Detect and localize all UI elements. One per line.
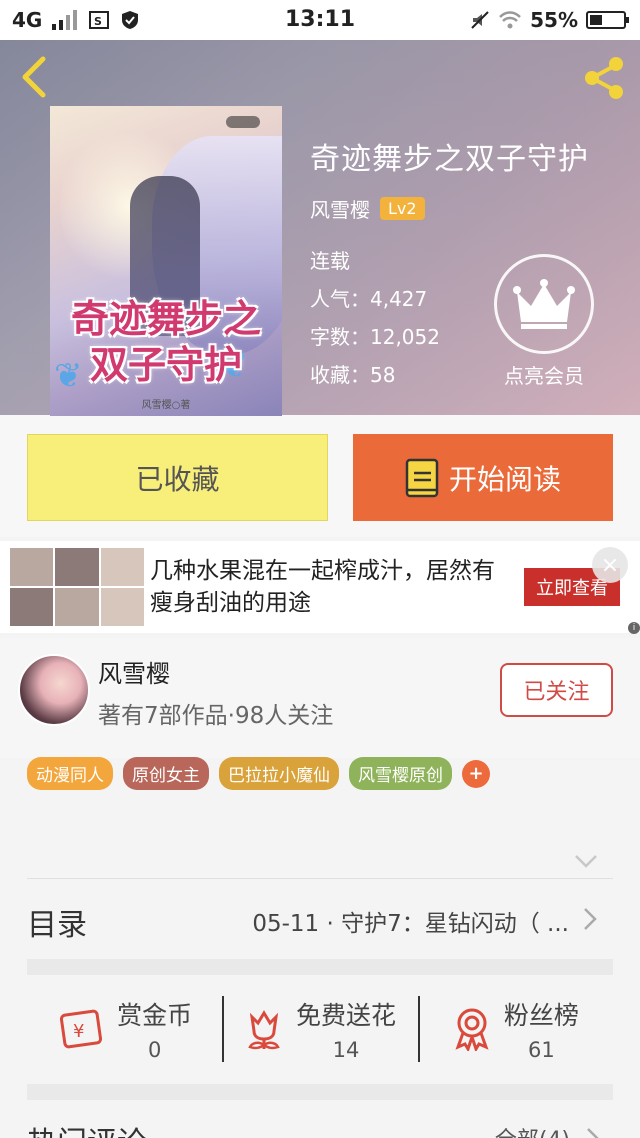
battery-percent: 55% — [530, 8, 578, 32]
share-icon — [585, 57, 623, 99]
back-button[interactable] — [14, 54, 54, 100]
popularity-value: 4,427 — [370, 287, 428, 311]
popularity-label: 人气： — [310, 287, 370, 311]
svg-text:¥: ¥ — [73, 1021, 84, 1042]
book-cover[interactable]: ❦ ❦ 奇迹舞步之 双子守护 风雪樱○著 — [50, 106, 282, 416]
start-reading-label: 开始阅读 — [448, 462, 561, 496]
catalog-row[interactable]: 目录 05-11 · 守护7：星钻闪动（ ... — [27, 880, 613, 958]
tag-list: 动漫同人 原创女主 巴拉拉小魔仙 风雪樱原创 + — [27, 757, 490, 790]
wifi-icon — [499, 11, 522, 29]
stat-label: 粉丝榜 — [503, 1001, 579, 1030]
stat-value: 14 — [332, 1038, 360, 1062]
ad-text: 几种水果混在一起榨成汁，居然有瘦身刮油的用途 — [150, 558, 495, 616]
latest-chapter: 05-11 · 守护7：星钻闪动（ ... — [252, 911, 569, 937]
stat-value: 0 — [147, 1038, 162, 1062]
add-tag-button[interactable]: + — [462, 759, 490, 788]
catalog-title: 目录 — [27, 908, 87, 943]
follow-button[interactable]: 已关注 — [500, 663, 613, 717]
tag-chip[interactable]: 动漫同人 — [27, 757, 113, 790]
author-name[interactable]: 风雪樱 — [310, 194, 370, 223]
section-gap — [27, 1084, 613, 1100]
divider — [27, 878, 613, 879]
ad-close-button[interactable]: × — [592, 547, 628, 583]
avatar[interactable] — [18, 654, 90, 726]
tag-chip[interactable]: 巴拉拉小魔仙 — [219, 757, 339, 790]
favorites-value: 58 — [370, 363, 396, 387]
all-comments-link[interactable]: 全部(4) — [495, 1122, 570, 1138]
word-count-value: 12,052 — [370, 325, 440, 349]
section-gap — [27, 959, 613, 975]
start-reading-button[interactable]: 开始阅读 — [353, 434, 613, 521]
book-meta: 连载 人气：4,427 字数：12,052 收藏：58 — [310, 242, 440, 394]
level-badge: Lv2 — [380, 197, 425, 220]
action-bar: 已收藏 开始阅读 — [0, 415, 640, 537]
chevron-left-icon — [22, 56, 46, 98]
cover-author: 风雪樱○著 — [141, 400, 191, 411]
vip-label: 点亮会员 — [504, 364, 584, 388]
tag-chip[interactable]: 风雪樱原创 — [349, 757, 452, 790]
chevron-right-icon — [587, 1128, 599, 1138]
expand-button[interactable] — [573, 852, 599, 870]
mute-icon — [471, 11, 489, 29]
chevron-down-icon — [575, 855, 597, 868]
medal-icon — [455, 1008, 489, 1051]
stats-row: ¥ 赏金币 0 免费送花 14 粉丝榜 61 — [27, 976, 613, 1082]
author-card: 风雪樱 著有7部作品·98人关注 已关注 动漫同人 原创女主 巴拉拉小魔仙 风雪… — [0, 638, 640, 790]
share-button[interactable] — [580, 54, 628, 102]
favorites-label: 收藏： — [310, 363, 370, 387]
book-title: 奇迹舞步之双子守护 — [310, 142, 589, 177]
collected-button[interactable]: 已收藏 — [27, 434, 328, 521]
serial-status: 连载 — [310, 249, 350, 273]
hot-comments-title: 热门评论 — [27, 1118, 147, 1138]
fan-ranking-button[interactable]: 粉丝榜 61 — [417, 976, 613, 1082]
tag-chip[interactable]: 原创女主 — [123, 757, 209, 790]
stat-label: 免费送花 — [295, 1001, 396, 1030]
crown-icon — [513, 279, 575, 329]
chevron-right-icon — [584, 908, 597, 930]
author-card-name[interactable]: 风雪樱 — [98, 654, 170, 689]
send-flower-button[interactable]: 免费送花 14 — [222, 976, 417, 1082]
word-count-label: 字数： — [310, 325, 370, 349]
flower-icon — [248, 1010, 280, 1050]
author-card-stats: 著有7部作品·98人关注 — [98, 703, 334, 729]
battery-icon — [586, 11, 629, 29]
ad-image — [10, 548, 144, 626]
vip-button[interactable]: 点亮会员 — [494, 254, 594, 389]
book-icon — [405, 458, 439, 497]
author-row: 风雪樱 Lv2 — [310, 194, 425, 223]
reward-coins-button[interactable]: ¥ 赏金币 0 — [27, 976, 222, 1082]
cover-title: 奇迹舞步之 双子守护 — [70, 296, 261, 387]
ad-banner[interactable]: 几种水果混在一起榨成汁，居然有瘦身刮油的用途 立即查看 — [0, 541, 640, 633]
status-bar: 4G S 13:11 55% — [0, 0, 640, 40]
ad-info-icon[interactable]: i — [628, 622, 640, 634]
stat-label: 赏金币 — [117, 1001, 193, 1030]
coin-icon: ¥ — [60, 1009, 103, 1049]
stat-value: 61 — [527, 1038, 555, 1062]
